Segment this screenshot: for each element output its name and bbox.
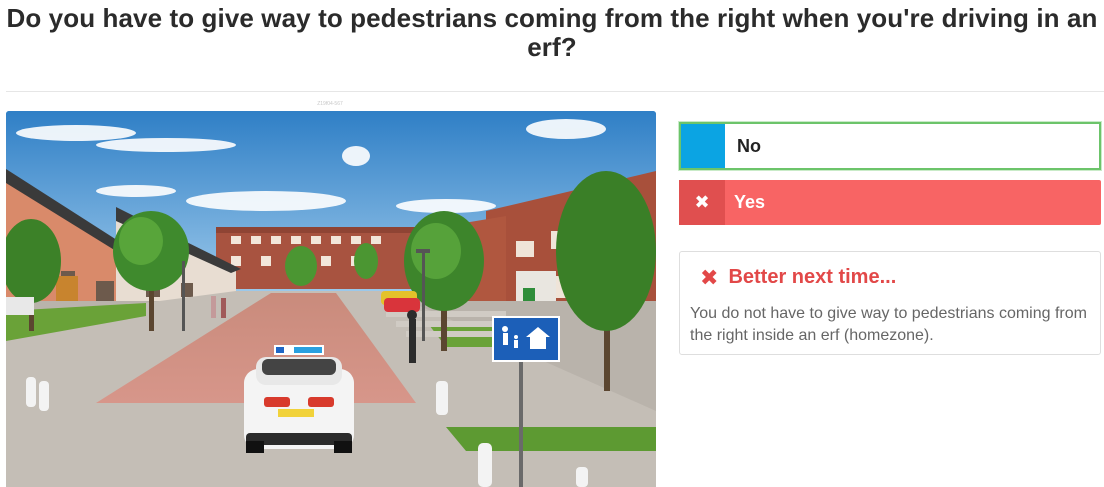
answer-color-swatch: [681, 124, 725, 168]
feedback-header: ✖ Better next time...: [700, 266, 896, 289]
wrong-x-icon: ✖: [679, 180, 725, 225]
answer-yes-button[interactable]: ✖ Yes: [679, 180, 1101, 225]
answer-no-button[interactable]: No: [679, 122, 1101, 170]
feedback-explanation: You do not have to give way to pedestria…: [690, 305, 1087, 344]
feedback-title: Better next time...: [728, 266, 897, 288]
answer-label: No: [737, 135, 761, 156]
divider: [6, 91, 1104, 92]
image-caption: Z19f04-567: [317, 101, 343, 107]
answer-label: Yes: [734, 192, 766, 212]
x-icon: ✖: [700, 264, 719, 290]
street-scene-image: [6, 111, 656, 487]
feedback-panel: ✖ Better next time... You do not have to…: [679, 251, 1101, 355]
question-title: Do you have to give way to pedestrians c…: [6, 3, 1098, 62]
